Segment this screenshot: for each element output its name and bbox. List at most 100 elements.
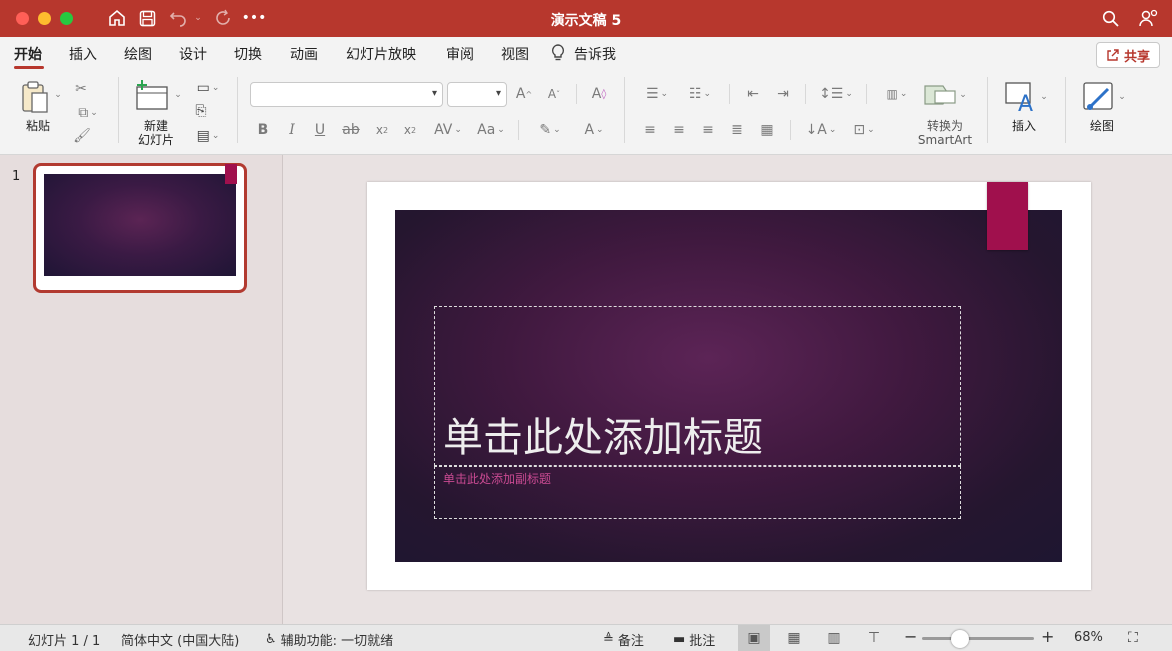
increase-indent-icon[interactable]: ⇥ (772, 84, 794, 104)
bold-icon[interactable]: B (254, 120, 272, 140)
slide-thumbnail[interactable] (33, 163, 247, 293)
ribbon-separator (987, 77, 988, 143)
draw-label: 绘图 (1089, 119, 1114, 133)
text-direction-icon[interactable]: ↓A ⌄ (803, 120, 839, 140)
normal-view-button[interactable]: ▣ (738, 625, 770, 651)
zoom-slider-track[interactable] (922, 637, 1034, 640)
slide-sorter-view-button[interactable]: ▦ (778, 625, 810, 651)
normal-view-icon: ▣ (747, 630, 761, 646)
search-icon[interactable] (1100, 8, 1120, 28)
line-spacing-icon[interactable]: ↕☰ ⌄ (817, 84, 855, 104)
chevron-down-icon: ▾ (495, 88, 501, 99)
subtitle-placeholder[interactable]: 单击此处添加副标题 (434, 466, 961, 519)
layout-icon[interactable]: ▭ ⌄ (190, 78, 226, 98)
zoom-out-button[interactable]: − (904, 627, 917, 646)
distributed-icon[interactable]: ▦ (756, 120, 778, 140)
slide-show-button[interactable]: ⊤ (858, 625, 890, 651)
increase-font-size-icon[interactable]: A ^ (514, 84, 534, 104)
ribbon-separator (1065, 77, 1066, 143)
zoom-level[interactable]: 68% (1074, 630, 1103, 645)
section-icon[interactable]: ▤ ⌄ (190, 126, 226, 146)
share-button[interactable]: 共享 (1096, 42, 1160, 68)
italic-icon[interactable]: I (283, 120, 301, 140)
home-icon[interactable] (107, 8, 127, 28)
subtitle-placeholder-text: 单击此处添加副标题 (443, 472, 552, 486)
slide-thumbnails-pane: 1 (0, 155, 283, 624)
convert-smartart-icon[interactable]: ⌄ (920, 81, 970, 109)
tab-design[interactable]: 设计 (179, 44, 207, 64)
slide-canvas[interactable]: 单击此处添加标题 单击此处添加副标题 (367, 182, 1091, 590)
decrease-font-size-icon[interactable]: Aˇ (544, 84, 564, 104)
paste-icon[interactable] (18, 79, 52, 115)
notes-button[interactable]: ≜ 备注 (603, 630, 644, 649)
comments-button[interactable]: ▬ 批注 (673, 630, 715, 649)
ribbon-separator (866, 84, 867, 104)
zoom-window-button[interactable] (60, 12, 73, 25)
copy-icon[interactable]: ⧉ ⌄ (70, 103, 106, 123)
save-icon[interactable] (137, 8, 157, 28)
zoom-slider-handle[interactable] (951, 630, 969, 648)
subscript-icon[interactable]: x2 (400, 120, 420, 140)
redo-icon[interactable] (212, 8, 234, 28)
tab-transitions[interactable]: 切换 (234, 44, 262, 64)
ribbon-separator (729, 84, 730, 104)
align-left-icon[interactable]: ≡ (640, 120, 660, 140)
zoom-in-button[interactable]: + (1041, 627, 1054, 646)
tab-view[interactable]: 视图 (501, 44, 529, 64)
underline-icon[interactable]: U (311, 120, 329, 140)
accessibility-status[interactable]: ♿ 辅助功能: 一切就绪 (265, 630, 393, 649)
font-size-combobox[interactable]: ▾ (447, 82, 507, 107)
ribbon-separator (237, 77, 238, 143)
justify-icon[interactable]: ≣ (727, 120, 747, 140)
close-window-button[interactable] (16, 12, 29, 25)
tab-tell-me[interactable]: 告诉我 (574, 44, 616, 64)
book-icon: ▥ (827, 630, 841, 646)
change-case-icon[interactable]: Aa ⌄ (472, 120, 510, 140)
tab-insert[interactable]: 插入 (69, 44, 97, 64)
slide-count: 幻灯片 1 / 1 (28, 634, 101, 649)
ribbon-separator (624, 77, 625, 143)
new-slide-chevron-icon[interactable]: ⌄ (172, 89, 184, 101)
ribbon-separator (118, 77, 119, 143)
highlight-icon[interactable]: ✎ ⌄ (532, 120, 568, 140)
font-name-combobox[interactable]: ▾ (250, 82, 443, 107)
character-spacing-icon[interactable]: AV ⌄ (428, 120, 468, 140)
account-icon[interactable] (1138, 8, 1160, 28)
paste-options-chevron-icon[interactable]: ⌄ (52, 89, 64, 101)
tab-draw[interactable]: 绘图 (124, 44, 152, 64)
language-indicator[interactable]: 简体中文 (中国大陆) (121, 630, 239, 649)
clear-formatting-icon[interactable]: A ◊ (588, 84, 610, 104)
minimize-window-button[interactable] (38, 12, 51, 25)
convert-smartart-label: 转换为 SmartArt (917, 119, 973, 147)
bullets-icon[interactable]: ☰ ⌄ (638, 84, 676, 104)
thumbnail-number: 1 (12, 169, 21, 184)
more-options-icon[interactable]: ••• (242, 8, 267, 28)
tab-home[interactable]: 开始 (14, 44, 42, 64)
superscript-icon[interactable]: x2 (372, 120, 392, 140)
thumbnail-slide-background (44, 174, 236, 276)
new-slide-icon[interactable] (133, 79, 171, 113)
align-center-icon[interactable]: ≡ (669, 120, 689, 140)
undo-icon[interactable] (168, 8, 190, 28)
undo-dropdown-chevron-icon[interactable]: ⌄ (193, 8, 203, 28)
columns-icon[interactable]: ▥ ⌄ (878, 84, 916, 104)
align-right-icon[interactable]: ≡ (698, 120, 718, 140)
format-painter-icon[interactable]: 🖌 (72, 126, 92, 146)
font-color-icon[interactable]: A ⌄ (577, 120, 611, 140)
notes-icon: ≜ (603, 632, 614, 647)
tab-slide-show[interactable]: 幻灯片放映 (346, 44, 416, 64)
tab-review[interactable]: 审阅 (446, 44, 474, 64)
numbering-icon[interactable]: ☷ ⌄ (681, 84, 719, 104)
reset-slide-icon[interactable]: ⎘ (190, 101, 212, 121)
tab-animations[interactable]: 动画 (290, 44, 318, 64)
reading-view-button[interactable]: ▥ (818, 625, 850, 651)
strikethrough-icon[interactable]: ab (340, 120, 362, 140)
insert-textbox-icon[interactable]: A ⌄ (1000, 79, 1052, 115)
decrease-indent-icon[interactable]: ⇤ (742, 84, 764, 104)
title-placeholder[interactable]: 单击此处添加标题 (434, 306, 961, 466)
cut-icon[interactable]: ✂ (70, 79, 92, 99)
fit-to-window-button[interactable]: ⛶ (1128, 630, 1138, 646)
ribbon-tab-bar: 开始 插入 绘图 设计 切换 动画 幻灯片放映 审阅 视图 告诉我 共享 (0, 37, 1172, 69)
draw-icon[interactable]: ⌄ (1078, 79, 1130, 115)
align-text-icon[interactable]: ⊡ ⌄ (845, 120, 883, 140)
